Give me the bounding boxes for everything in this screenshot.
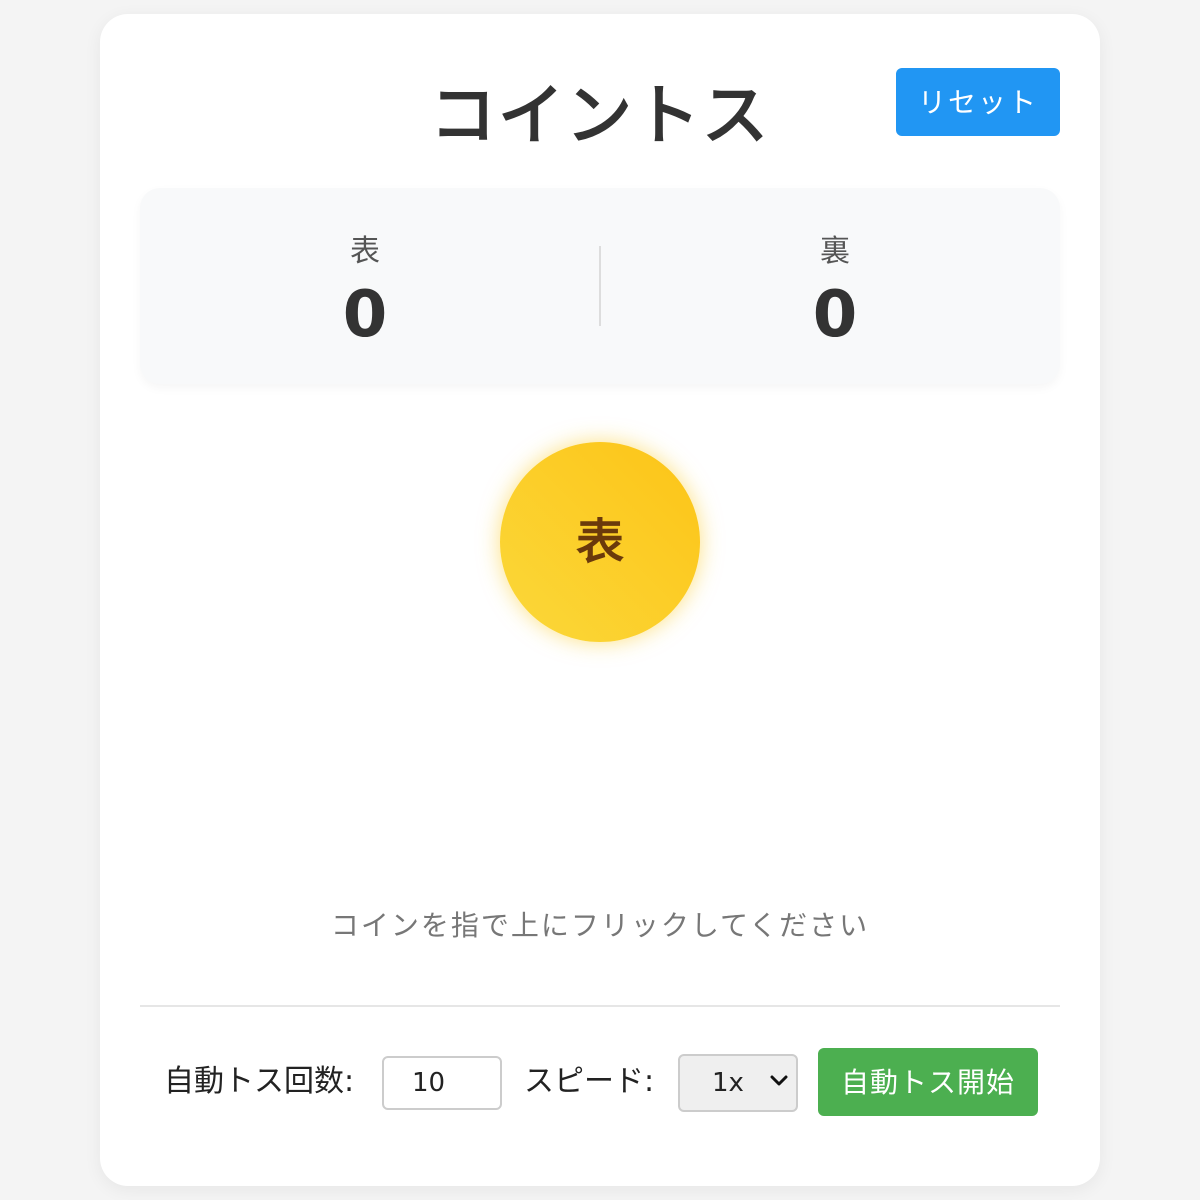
speed-selected-value: 1x — [712, 1068, 744, 1098]
reset-button[interactable]: リセット — [896, 68, 1060, 136]
speed-label: スピード: — [524, 1064, 655, 1099]
tails-label: 裏 — [820, 234, 850, 269]
scoreboard: 表 0 裏 0 — [140, 188, 1060, 384]
heads-count: 0 — [342, 278, 388, 352]
flick-hint: コインを指で上にフリックしてください — [330, 909, 870, 942]
auto-toss-count-label: 自動トス回数: — [164, 1064, 355, 1099]
chevron-down-icon — [770, 1075, 788, 1086]
heads-label: 表 — [350, 234, 380, 269]
heads-score: 表 0 — [140, 188, 590, 384]
coin-face-label: 表 — [575, 514, 624, 570]
auto-toss-controls: 自動トス回数: スピード: 1x 自動トス開始 — [100, 1048, 1100, 1116]
tails-score: 裏 0 — [610, 188, 1060, 384]
speed-select[interactable]: 1x — [678, 1054, 798, 1112]
coin[interactable]: 表 — [500, 442, 700, 642]
footer-divider — [140, 1005, 1060, 1007]
start-auto-toss-button[interactable]: 自動トス開始 — [818, 1048, 1038, 1116]
score-divider — [599, 246, 601, 326]
auto-toss-count-input[interactable] — [382, 1056, 502, 1110]
tails-count: 0 — [812, 278, 858, 352]
coin-toss-card: コイントス リセット 表 0 裏 0 表 コインを指で上にフリックしてください … — [100, 14, 1100, 1186]
